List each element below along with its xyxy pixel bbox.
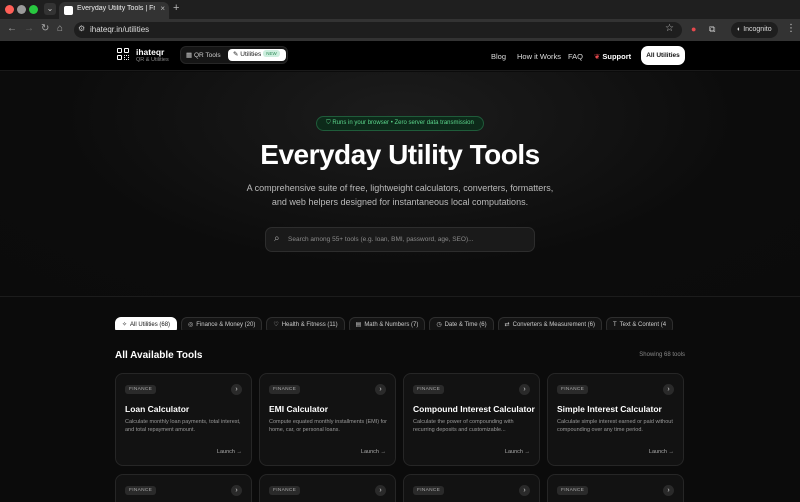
maximize-window-button[interactable] xyxy=(29,5,38,14)
browser-tab-bar: ⌄ Everyday Utility Tools | Free × + xyxy=(0,0,800,19)
coin-icon: ◎ xyxy=(188,322,194,328)
tool-title: Simple Interest Calculator xyxy=(557,404,662,414)
tool-card-emi-calculator[interactable]: FINANCE › EMI Calculator Compute equated… xyxy=(259,373,396,466)
chevron-right-icon[interactable]: › xyxy=(231,384,242,395)
category-badge: FINANCE xyxy=(413,486,445,495)
tab-title: Everyday Utility Tools | Free xyxy=(77,5,155,12)
nav-how-it-works-link[interactable]: How it Works xyxy=(517,52,561,61)
site-settings-icon[interactable]: ⚙ xyxy=(78,24,85,33)
tool-card-loan-calculator[interactable]: FINANCE › Loan Calculator Calculate mont… xyxy=(115,373,252,466)
site-header: ihateqr QR & Utilities ▦ QR Tools ✎ Util… xyxy=(0,41,800,71)
chevron-right-icon[interactable]: › xyxy=(519,485,530,496)
category-badge: FINANCE xyxy=(125,486,157,495)
chevron-right-icon[interactable]: › xyxy=(375,485,386,496)
chip-converters-measurement[interactable]: ⇄ Converters & Measurement (6) xyxy=(497,317,602,330)
brand-tagline: QR & Utilities xyxy=(136,57,169,63)
category-filter-bar: ✧ All Utilities (68) ◎ Finance & Money (20)… xyxy=(115,313,686,330)
close-tab-icon[interactable]: × xyxy=(160,4,165,13)
text-icon: T xyxy=(613,322,617,328)
chip-all-utilities[interactable]: ✧ All Utilities (68) xyxy=(115,317,178,330)
calculator-icon: ▤ xyxy=(355,322,362,328)
launch-link[interactable]: Launch → xyxy=(217,449,242,455)
nav-faq-link[interactable]: FAQ xyxy=(568,52,583,61)
tool-title: Loan Calculator xyxy=(125,404,190,414)
browser-menu-icon[interactable]: ⋮ xyxy=(786,23,796,34)
chip-math-numbers[interactable]: ▤ Math & Numbers (7) xyxy=(348,317,426,330)
home-icon[interactable]: ⌂ xyxy=(57,23,63,34)
nav-blog-link[interactable]: Blog xyxy=(491,52,506,61)
sparkle-icon: ✧ xyxy=(122,322,128,328)
category-badge: FINANCE xyxy=(269,385,301,394)
reload-icon[interactable]: ↻ xyxy=(41,23,49,34)
tool-search-input[interactable] xyxy=(288,231,528,248)
chevron-right-icon[interactable]: › xyxy=(663,485,674,496)
chip-finance-money[interactable]: ◎ Finance & Money (20) xyxy=(181,317,263,330)
shield-icon: ⛉ xyxy=(326,120,331,126)
tool-card[interactable]: FINANCE › xyxy=(259,474,396,502)
tool-card[interactable]: FINANCE › xyxy=(115,474,252,502)
category-badge: FINANCE xyxy=(413,385,445,394)
bookmark-star-icon[interactable]: ☆ xyxy=(665,23,674,34)
heart-icon: ♡ xyxy=(273,322,279,328)
heart-icon: ❦ xyxy=(594,52,601,61)
chevron-right-icon[interactable]: › xyxy=(231,485,242,496)
tool-description: Calculate simple interest earned or paid… xyxy=(557,419,673,433)
close-window-button[interactable] xyxy=(5,5,14,14)
qr-logo-icon[interactable] xyxy=(117,48,130,61)
all-utilities-button[interactable]: All Utilities xyxy=(641,46,685,65)
category-badge: FINANCE xyxy=(557,385,589,394)
tool-title: Compound Interest Calculator xyxy=(413,404,535,414)
tool-card-compound-interest-calculator[interactable]: FINANCE › Compound Interest Calculator C… xyxy=(403,373,540,466)
chip-text-content[interactable]: T Text & Content (4 xyxy=(606,317,674,330)
browser-tab[interactable]: Everyday Utility Tools | Free × xyxy=(59,2,169,19)
qr-tools-tab[interactable]: ▦ QR Tools xyxy=(186,51,221,59)
chevron-right-icon[interactable]: › xyxy=(375,384,386,395)
launch-link[interactable]: Launch → xyxy=(361,449,386,455)
utilities-tab[interactable]: ✎ Utilities NEW xyxy=(228,49,286,61)
tool-description: Compute equated monthly installments (EM… xyxy=(269,419,387,433)
tool-description: Calculate monthly loan payments, total i… xyxy=(125,419,241,433)
new-badge: NEW xyxy=(263,50,280,57)
hero-section: ⛉ Runs in your browser • Zero server dat… xyxy=(0,72,800,297)
product-switcher: ▦ QR Tools ✎ Utilities NEW xyxy=(180,46,288,64)
swap-icon: ⇄ xyxy=(504,322,510,328)
favicon-icon xyxy=(64,6,73,15)
privacy-pill: ⛉ Runs in your browser • Zero server dat… xyxy=(316,116,484,131)
puzzle-extensions-icon[interactable]: ⧉ xyxy=(709,24,715,35)
url-text: ihateqr.in/utilities xyxy=(90,25,150,34)
search-icon: ⌕ xyxy=(274,233,280,244)
tool-card[interactable]: FINANCE › xyxy=(403,474,540,502)
brand-name[interactable]: ihateqr xyxy=(136,47,164,57)
category-badge: FINANCE xyxy=(125,385,157,394)
page-title: Everyday Utility Tools xyxy=(260,139,540,170)
chevron-right-icon[interactable]: › xyxy=(519,384,530,395)
incognito-profile-button[interactable]: ◐ Incognito xyxy=(731,22,778,38)
forward-arrow-icon[interactable]: → xyxy=(24,23,34,34)
launch-link[interactable]: Launch → xyxy=(649,449,674,455)
tool-description: Calculate the power of compounding with … xyxy=(413,419,514,433)
minimize-window-button[interactable] xyxy=(17,5,26,14)
chip-health-fitness[interactable]: ♡ Health & Fitness (11) xyxy=(266,317,345,330)
category-badge: FINANCE xyxy=(269,486,301,495)
browser-toolbar: ← → ↻ ⌂ ⚙ ihateqr.in/utilities ☆ ● ⧉ ◐ I… xyxy=(0,19,800,41)
category-badge: FINANCE xyxy=(557,486,589,495)
back-arrow-icon[interactable]: ← xyxy=(7,23,17,34)
section-title: All Available Tools xyxy=(115,350,203,361)
tool-search-box: ⌕ xyxy=(265,227,535,252)
hero-subtitle: A comprehensive suite of free, lightweig… xyxy=(246,183,554,207)
tool-card-simple-interest-calculator[interactable]: FINANCE › Simple Interest Calculator Cal… xyxy=(547,373,684,466)
chevron-right-icon[interactable]: › xyxy=(663,384,674,395)
tool-count: Showing 68 tools xyxy=(639,352,685,358)
chip-date-time[interactable]: ◷ Date & Time (6) xyxy=(429,317,494,330)
extension-icon[interactable]: ● xyxy=(691,24,696,34)
tab-search-chevron-icon[interactable]: ⌄ xyxy=(44,3,56,15)
tool-title: EMI Calculator xyxy=(269,404,329,414)
address-bar[interactable]: ⚙ ihateqr.in/utilities ☆ xyxy=(74,22,682,38)
support-link[interactable]: ❦ Support xyxy=(594,52,631,61)
clock-icon: ◷ xyxy=(436,322,442,328)
incognito-label: Incognito xyxy=(743,26,772,33)
launch-link[interactable]: Launch → xyxy=(505,449,530,455)
tool-card[interactable]: FINANCE › xyxy=(547,474,684,502)
new-tab-plus-icon[interactable]: + xyxy=(173,2,179,14)
